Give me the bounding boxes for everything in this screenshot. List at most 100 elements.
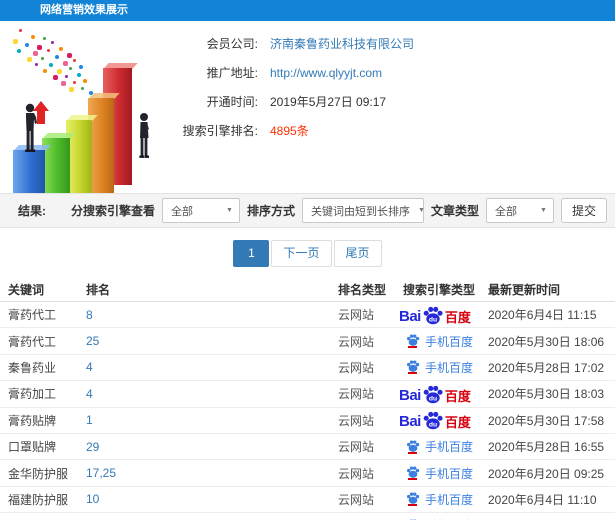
rank-link[interactable]: 1 xyxy=(86,413,338,427)
next-page-button[interactable]: 下一页 xyxy=(271,240,332,267)
update-time-cell: 2020年6月4日 11:10 xyxy=(488,492,597,507)
rank-link[interactable]: 8 xyxy=(86,308,338,322)
confetti-dot xyxy=(19,29,22,32)
confetti-dot xyxy=(83,79,87,83)
filter-controls: 分搜索引擎查看 全部 ▼ 排序方式 关键词由短到长排序 ▼ 文章类型 全部 ▼ … xyxy=(71,198,607,223)
engine-filter-value: 全部 xyxy=(170,205,193,218)
table-row: 秦鲁药业 4 云网站 Bai du 百度 xyxy=(0,355,615,382)
confetti-dot xyxy=(49,63,53,67)
baidu-logo-cn-text: 百度 xyxy=(444,415,471,431)
company-name-link[interactable]: 济南秦鲁药业科技有限公司 xyxy=(270,35,414,52)
column-header-engine-type: 搜索引擎类型 xyxy=(403,283,476,297)
keyword-cell: 膏药加工 xyxy=(8,387,57,402)
confetti-dot xyxy=(73,81,76,84)
table-row: 膏药贴牌 1 云网站 Bai du 百度 2020年5月30日 17:58 xyxy=(0,408,615,434)
confetti-dot xyxy=(69,87,74,92)
confetti-dot xyxy=(81,87,84,90)
baidu-logo-cn-text: 百度 xyxy=(444,309,471,325)
chevron-down-icon: ▼ xyxy=(417,207,425,214)
page-title: 网络营销效果展示 xyxy=(40,4,128,16)
keyword-ranking-table: 关键词 排名 排名类型 搜索引擎类型 最新更新时间 膏药代工 8 云网站 Bai… xyxy=(0,278,615,520)
update-time-cell: 2020年5月30日 18:06 xyxy=(488,334,605,349)
rank-type-cell: 云网站 xyxy=(338,334,375,349)
mobile-baidu-label: 手机百度 xyxy=(425,334,474,349)
confetti-dot xyxy=(43,37,46,40)
table-row: 膏药代工 25 云网站 Bai du 百度 xyxy=(0,328,615,355)
rank-link[interactable]: 10 xyxy=(86,492,338,506)
rank-type-cell: 云网站 xyxy=(338,387,375,402)
confetti-dot xyxy=(67,53,72,58)
company-label: 会员公司: xyxy=(206,37,258,51)
rank-link[interactable]: 4 xyxy=(86,360,338,374)
promo-url-link[interactable]: http://www.qlyyjt.com xyxy=(270,66,382,80)
sort-select[interactable]: 关键词由短到长排序 ▼ xyxy=(301,198,425,223)
rank-type-cell: 云网站 xyxy=(338,413,375,428)
confetti-dot xyxy=(77,73,81,77)
table-row: 膏药加工 4 云网站 Bai du 百度 2020年5月30日 18:03 xyxy=(0,381,615,408)
submit-button[interactable]: 提交 xyxy=(560,198,607,223)
mobile-baidu-logo: 手机百度 xyxy=(406,359,473,376)
article-type-select[interactable]: 全部 ▼ xyxy=(485,198,554,223)
engine-cell: Bai du 百度 xyxy=(389,411,488,431)
chevron-down-icon: ▼ xyxy=(226,207,233,214)
confetti-dot xyxy=(13,39,18,44)
table-header-row: 关键词 排名 排名类型 搜索引擎类型 最新更新时间 xyxy=(0,278,615,302)
open-time-value: 2019年5月27日 09:17 xyxy=(270,95,387,109)
table-row: Bai du 百度 xyxy=(0,513,615,520)
svg-text:du: du xyxy=(429,395,437,402)
company-info-list: 会员公司: 济南秦鲁药业科技有限公司 推广地址: http://www.qlyy… xyxy=(170,29,500,145)
rank-link[interactable]: 29 xyxy=(86,440,338,454)
update-time-cell: 2020年5月30日 17:58 xyxy=(488,413,605,428)
info-row-url: 推广地址: http://www.qlyyjt.com xyxy=(170,58,500,87)
rank-type-cell: 云网站 xyxy=(338,492,375,507)
businessman-left-icon xyxy=(25,103,37,152)
confetti-dot xyxy=(79,65,83,69)
rank-link[interactable]: 25 xyxy=(86,334,338,348)
column-header-rank-type: 排名类型 xyxy=(338,283,387,297)
rank-count-value: 4895条 xyxy=(270,124,309,138)
confetti-dot xyxy=(51,41,54,44)
confetti-dot xyxy=(65,75,68,78)
confetti-dot xyxy=(17,49,21,53)
keyword-cell: 膏药代工 xyxy=(8,308,57,323)
table-row: 膏药代工 8 云网站 Bai du 百度 2020年6月4日 11:15 xyxy=(0,302,615,329)
mobile-baidu-label: 手机百度 xyxy=(425,466,474,481)
confetti-dot xyxy=(69,67,72,70)
results-label: 结果: xyxy=(18,204,46,218)
rank-link[interactable]: 4 xyxy=(86,387,338,401)
article-type-label: 文章类型 xyxy=(430,204,479,218)
baidu-logo-text: Bai xyxy=(399,307,421,325)
confetti-dot xyxy=(53,75,58,80)
engine-filter-label: 分搜索引擎查看 xyxy=(70,204,155,218)
confetti-dot xyxy=(43,69,47,73)
baidu-logo: Bai du 百度 xyxy=(399,411,471,431)
confetti-dot xyxy=(41,57,44,60)
keyword-cell: 秦鲁药业 xyxy=(8,360,57,375)
chevron-down-icon: ▼ xyxy=(540,207,547,214)
rank-count-label: 搜索引擎排名: xyxy=(182,124,258,138)
table-row: 福建防护服 10 云网站 Bai du 百度 xyxy=(0,487,615,514)
page-button-current[interactable]: 1 xyxy=(233,240,270,267)
rank-link[interactable]: 17,25 xyxy=(86,466,338,480)
update-time-cell: 2020年5月30日 18:03 xyxy=(488,387,605,402)
mobile-baidu-paw-icon xyxy=(406,492,420,507)
open-time-label: 开通时间: xyxy=(206,95,258,109)
confetti-dot xyxy=(47,49,50,52)
column-header-rank: 排名 xyxy=(86,283,111,297)
baidu-logo-text: Bai xyxy=(399,413,421,431)
growth-chart-illustration xyxy=(5,29,167,206)
sort-value: 关键词由短到长排序 xyxy=(310,205,410,218)
promo-url-label: 推广地址: xyxy=(206,66,258,80)
update-time-cell: 2020年6月20日 09:25 xyxy=(488,466,605,481)
info-row-open-time: 开通时间: 2019年5月27日 09:17 xyxy=(170,87,500,116)
engine-filter-select[interactable]: 全部 ▼ xyxy=(161,198,240,223)
confetti-dot xyxy=(31,35,35,39)
top-section: 会员公司: 济南秦鲁药业科技有限公司 推广地址: http://www.qlyy… xyxy=(0,21,615,206)
mobile-baidu-label: 手机百度 xyxy=(425,360,474,375)
engine-cell: Bai du 百度 xyxy=(389,385,488,404)
engine-cell: Bai du 百度 xyxy=(389,359,488,376)
confetti-dot xyxy=(35,63,38,66)
mobile-baidu-logo: 手机百度 xyxy=(406,438,473,455)
last-page-button[interactable]: 尾页 xyxy=(333,240,382,267)
column-header-keyword: 关键词 xyxy=(8,283,45,297)
